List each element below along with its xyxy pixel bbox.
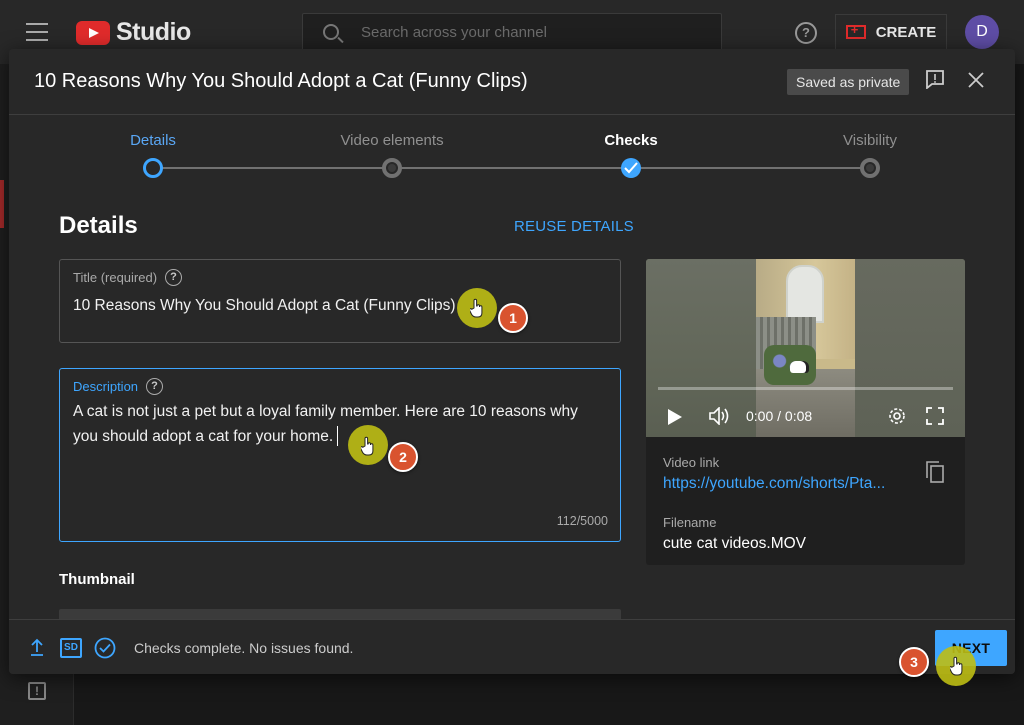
dialog-footer: SD Checks complete. No issues found. NEX… — [9, 619, 1015, 674]
dialog-title: 10 Reasons Why You Should Adopt a Cat (F… — [34, 70, 528, 92]
video-scene-cat — [790, 361, 806, 373]
help-icon[interactable]: ? — [795, 22, 817, 44]
feedback-icon[interactable]: ! — [28, 682, 46, 700]
stepper-line-2 — [392, 167, 632, 169]
step-badge-2: 2 — [388, 442, 418, 472]
video-scene-door — [786, 265, 824, 323]
play-icon[interactable] — [668, 409, 682, 425]
studio-logo[interactable]: Studio — [76, 18, 191, 47]
video-progress-bar[interactable] — [658, 387, 953, 390]
filename-value: cute cat videos.MOV — [663, 535, 807, 552]
description-char-counter: 112/5000 — [556, 514, 608, 528]
step-label-checks[interactable]: Checks — [604, 132, 657, 149]
dialog-header: 10 Reasons Why You Should Adopt a Cat (F… — [9, 49, 1015, 115]
upload-icon — [31, 638, 43, 656]
title-field[interactable]: Title (required) ? 10 Reasons Why You Sh… — [59, 259, 621, 343]
youtube-logo-icon — [76, 20, 110, 45]
sd-quality-icon: SD — [60, 638, 82, 658]
settings-gear-icon[interactable] — [888, 407, 906, 425]
create-label: CREATE — [875, 23, 937, 41]
video-player[interactable]: 0:00 / 0:08 — [646, 259, 965, 437]
description-input[interactable]: A cat is not just a pet but a loyal fami… — [73, 399, 603, 449]
video-time: 0:00 / 0:08 — [746, 408, 813, 424]
studio-logo-text: Studio — [116, 18, 191, 46]
hand-cursor-icon — [950, 656, 963, 676]
menu-icon[interactable] — [26, 23, 48, 41]
create-video-icon — [845, 22, 866, 39]
step-badge-1: 1 — [498, 303, 528, 333]
studio-page: Studio Search across your channel ? CREA… — [0, 0, 1024, 725]
hand-cursor-icon — [361, 436, 374, 456]
search-placeholder: Search across your channel — [361, 23, 547, 41]
video-controls: 0:00 / 0:08 — [646, 399, 965, 433]
checkmark-icon — [624, 162, 638, 174]
description-field-label: Description — [73, 379, 139, 394]
volume-icon[interactable] — [709, 407, 731, 425]
title-field-label: Title (required) — [73, 270, 158, 285]
checks-status-text: Checks complete. No issues found. — [134, 640, 354, 656]
step-video-elements-indicator[interactable] — [382, 158, 402, 178]
filename-label: Filename — [663, 515, 717, 530]
fullscreen-icon[interactable] — [926, 407, 944, 425]
sidebar-active-indicator — [0, 180, 4, 228]
step-checks-indicator[interactable] — [621, 158, 641, 178]
description-help-icon[interactable]: ? — [146, 378, 164, 395]
create-button[interactable]: CREATE — [835, 14, 947, 50]
stepper-line-3 — [632, 167, 872, 169]
text-cursor — [337, 426, 338, 446]
report-issue-icon[interactable] — [925, 69, 945, 89]
stepper-line-1 — [152, 167, 392, 169]
title-field-label-row: Title (required) ? — [73, 269, 183, 286]
avatar[interactable]: D — [965, 15, 999, 49]
copy-icon[interactable] — [926, 461, 944, 483]
step-label-visibility[interactable]: Visibility — [843, 132, 897, 149]
saved-status-badge: Saved as private — [787, 69, 910, 95]
hand-cursor-icon — [470, 298, 483, 318]
title-help-icon[interactable]: ? — [165, 269, 183, 286]
step-badge-3: 3 — [899, 647, 929, 677]
description-field[interactable]: Description ? A cat is not just a pet bu… — [59, 368, 621, 542]
step-label-video-elements[interactable]: Video elements — [340, 132, 443, 149]
title-input[interactable]: 10 Reasons Why You Should Adopt a Cat (F… — [73, 293, 456, 318]
video-link[interactable]: https://youtube.com/shorts/Pta... — [663, 475, 903, 493]
checks-complete-icon — [94, 637, 116, 659]
thumbnail-heading: Thumbnail — [59, 571, 135, 588]
description-field-label-row: Description ? — [73, 378, 164, 395]
upload-dialog: 10 Reasons Why You Should Adopt a Cat (F… — [9, 49, 1015, 674]
search-bar[interactable]: Search across your channel — [302, 13, 722, 51]
reuse-details-button[interactable]: REUSE DETAILS — [514, 218, 634, 235]
step-label-details[interactable]: Details — [130, 132, 176, 149]
video-preview-card: 0:00 / 0:08 Video link https://youtube.c… — [646, 259, 965, 565]
details-heading: Details — [59, 212, 138, 239]
step-details-indicator[interactable] — [143, 158, 163, 178]
search-icon — [323, 24, 339, 40]
step-visibility-indicator[interactable] — [860, 158, 880, 178]
video-link-label: Video link — [663, 455, 720, 470]
close-icon[interactable] — [967, 71, 985, 89]
